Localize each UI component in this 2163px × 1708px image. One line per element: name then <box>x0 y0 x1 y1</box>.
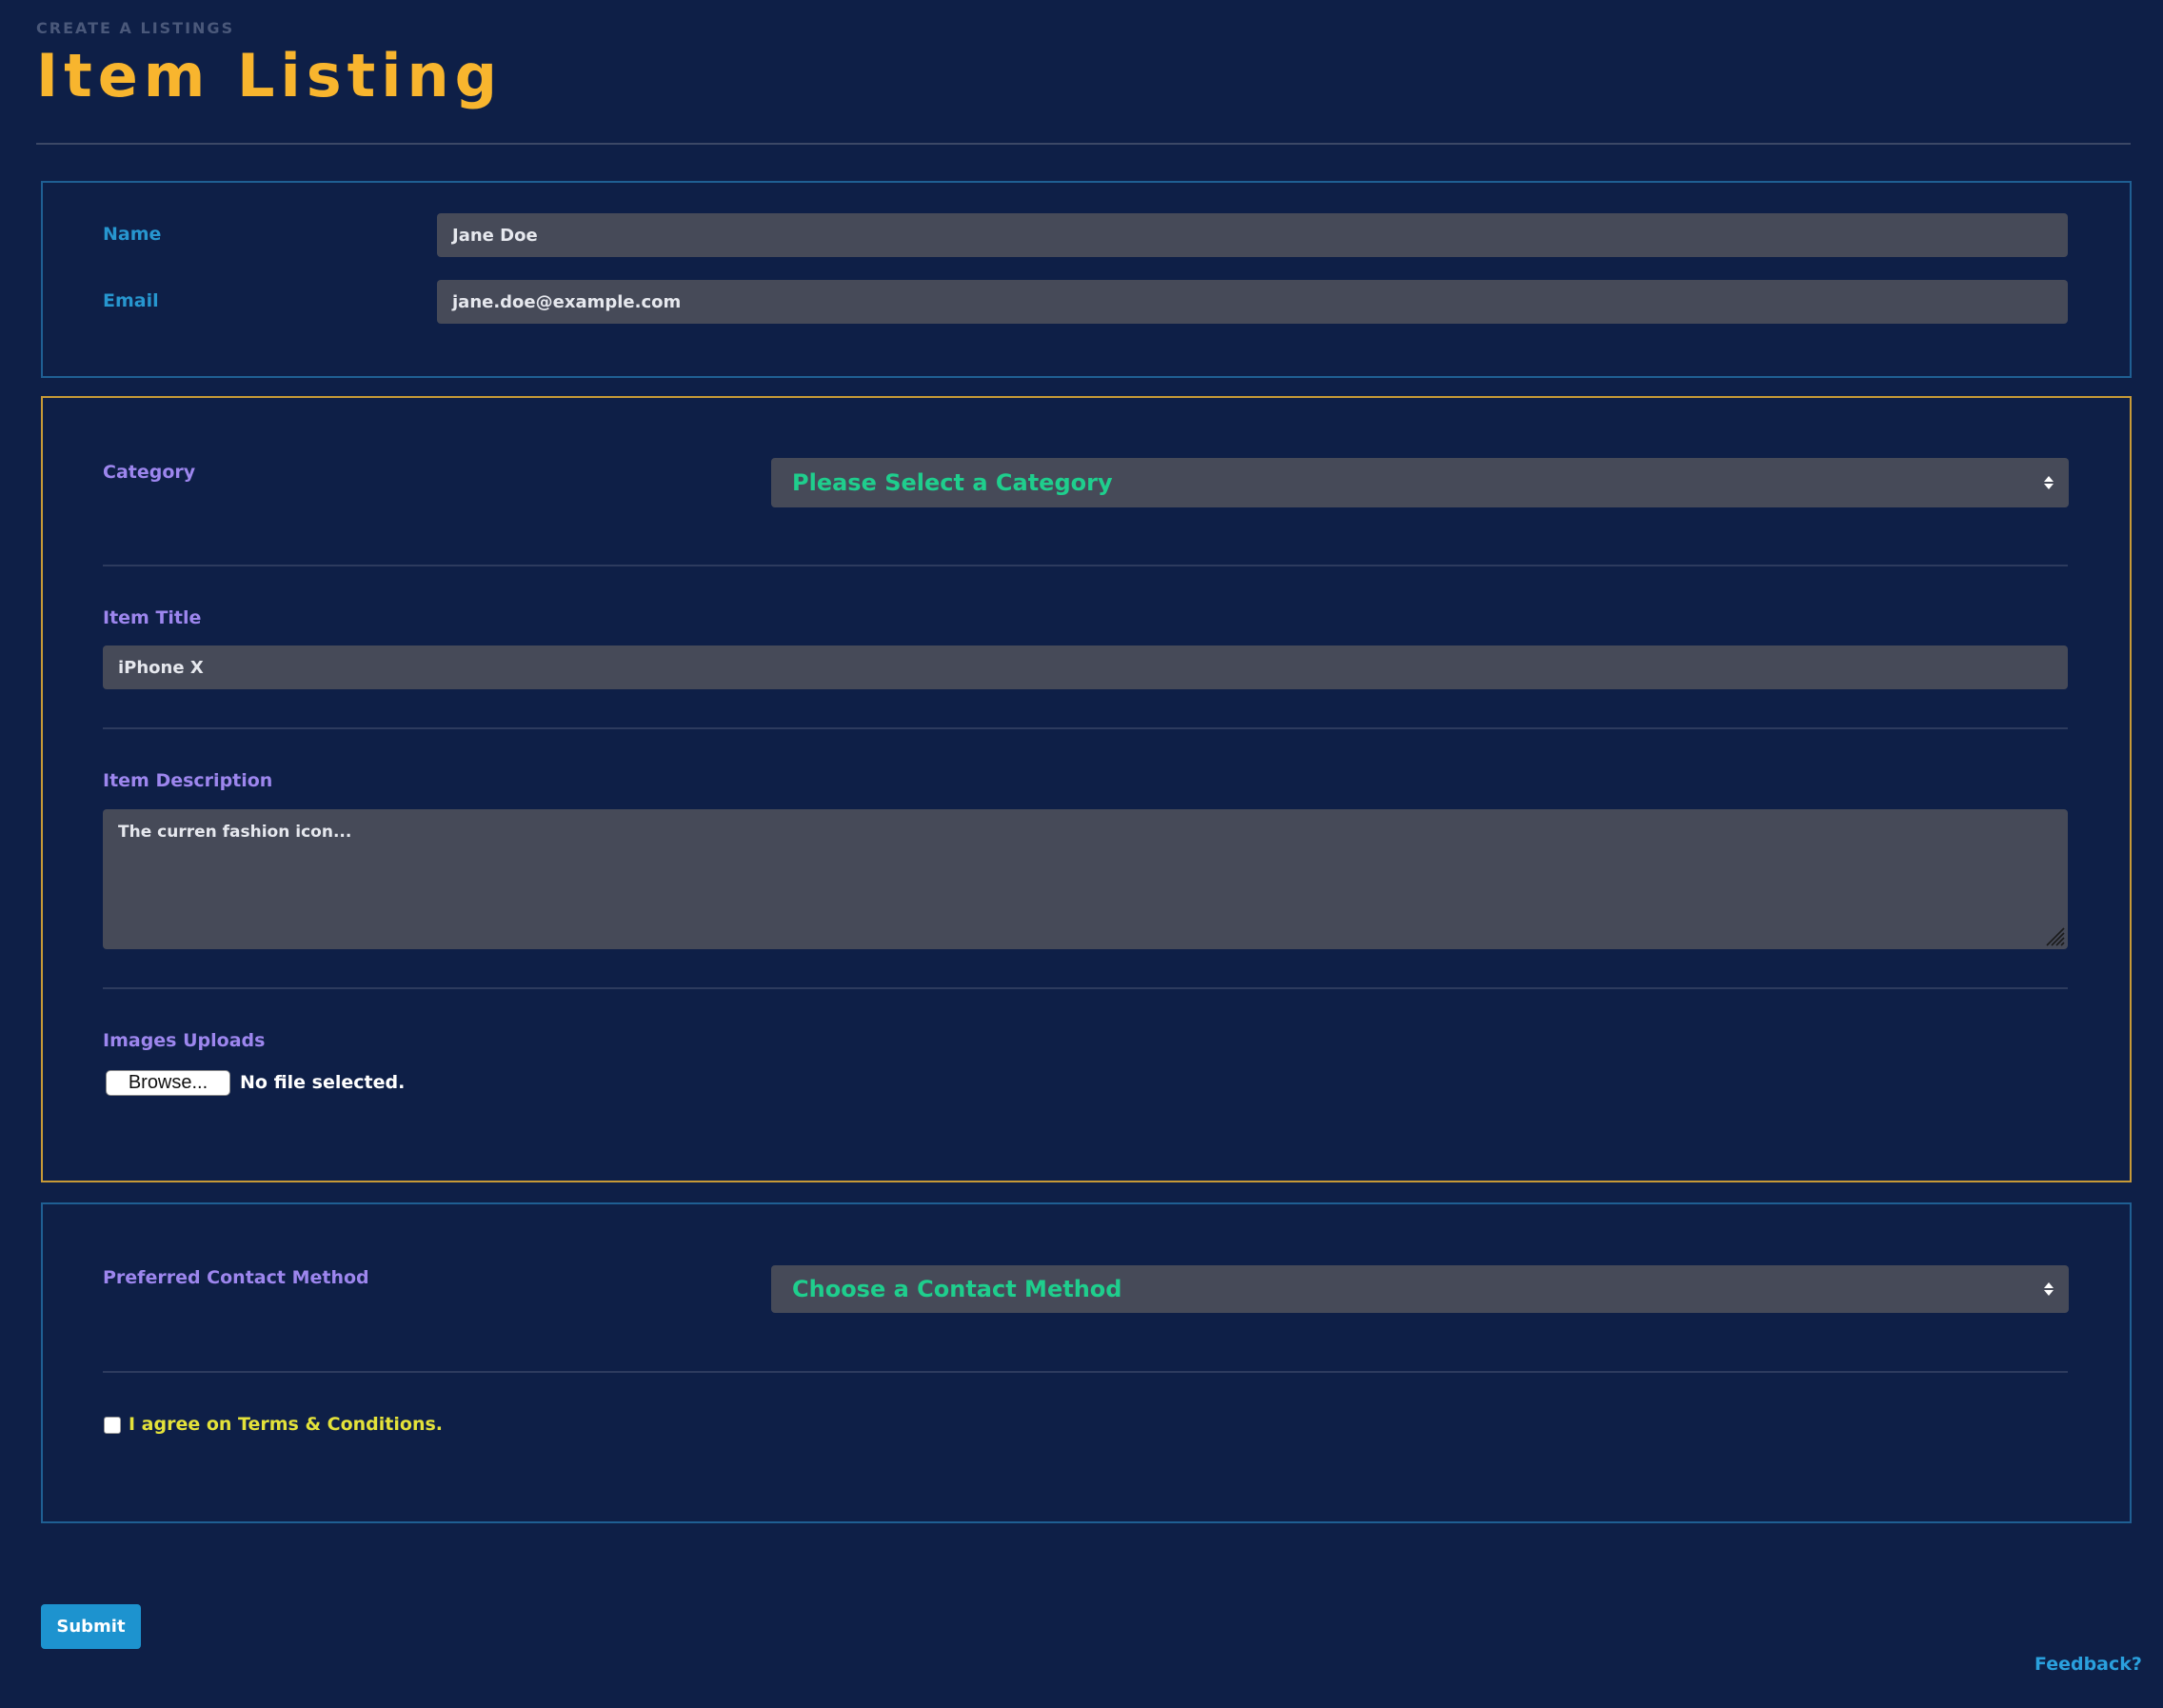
name-label: Name <box>103 224 162 245</box>
feedback-link[interactable]: Feedback? <box>2034 1654 2142 1675</box>
section-divider <box>103 987 2068 989</box>
page-eyebrow: CREATE A LISTINGS <box>36 19 235 37</box>
item-details-panel <box>41 396 2132 1182</box>
select-arrows-icon <box>2044 476 2054 489</box>
section-divider <box>103 565 2068 566</box>
resize-grip-icon[interactable] <box>2043 924 2066 947</box>
terms-checkbox[interactable] <box>104 1417 121 1434</box>
item-title-label: Item Title <box>103 607 202 628</box>
email-field[interactable]: jane.doe@example.com <box>437 280 2068 324</box>
section-divider <box>103 727 2068 729</box>
header-divider <box>36 143 2131 145</box>
item-title-field[interactable]: iPhone X <box>103 645 2068 689</box>
browse-button[interactable]: Browse... <box>106 1070 230 1096</box>
section-divider <box>103 1371 2068 1373</box>
name-field[interactable]: Jane Doe <box>437 213 2068 257</box>
preferences-panel <box>41 1202 2132 1523</box>
file-status-text: No file selected. <box>240 1072 406 1093</box>
contact-method-label: Preferred Contact Method <box>103 1267 369 1288</box>
category-select-value: Please Select a Category <box>792 469 1113 496</box>
item-description-text: The curren fashion icon... <box>118 823 352 842</box>
contact-method-select-value: Choose a Contact Method <box>792 1276 1122 1302</box>
item-description-textarea[interactable]: The curren fashion icon... <box>103 809 2068 949</box>
contact-method-select[interactable]: Choose a Contact Method <box>771 1265 2069 1313</box>
page-title: Item Listing <box>36 41 504 110</box>
item-description-label: Item Description <box>103 770 273 791</box>
images-uploads-label: Images Uploads <box>103 1030 266 1051</box>
select-arrows-icon <box>2044 1282 2054 1296</box>
category-select[interactable]: Please Select a Category <box>771 458 2069 507</box>
category-label: Category <box>103 462 196 483</box>
terms-label[interactable]: I agree on Terms & Conditions. <box>129 1414 443 1435</box>
email-label: Email <box>103 290 159 311</box>
submit-button[interactable]: Submit <box>41 1604 141 1649</box>
